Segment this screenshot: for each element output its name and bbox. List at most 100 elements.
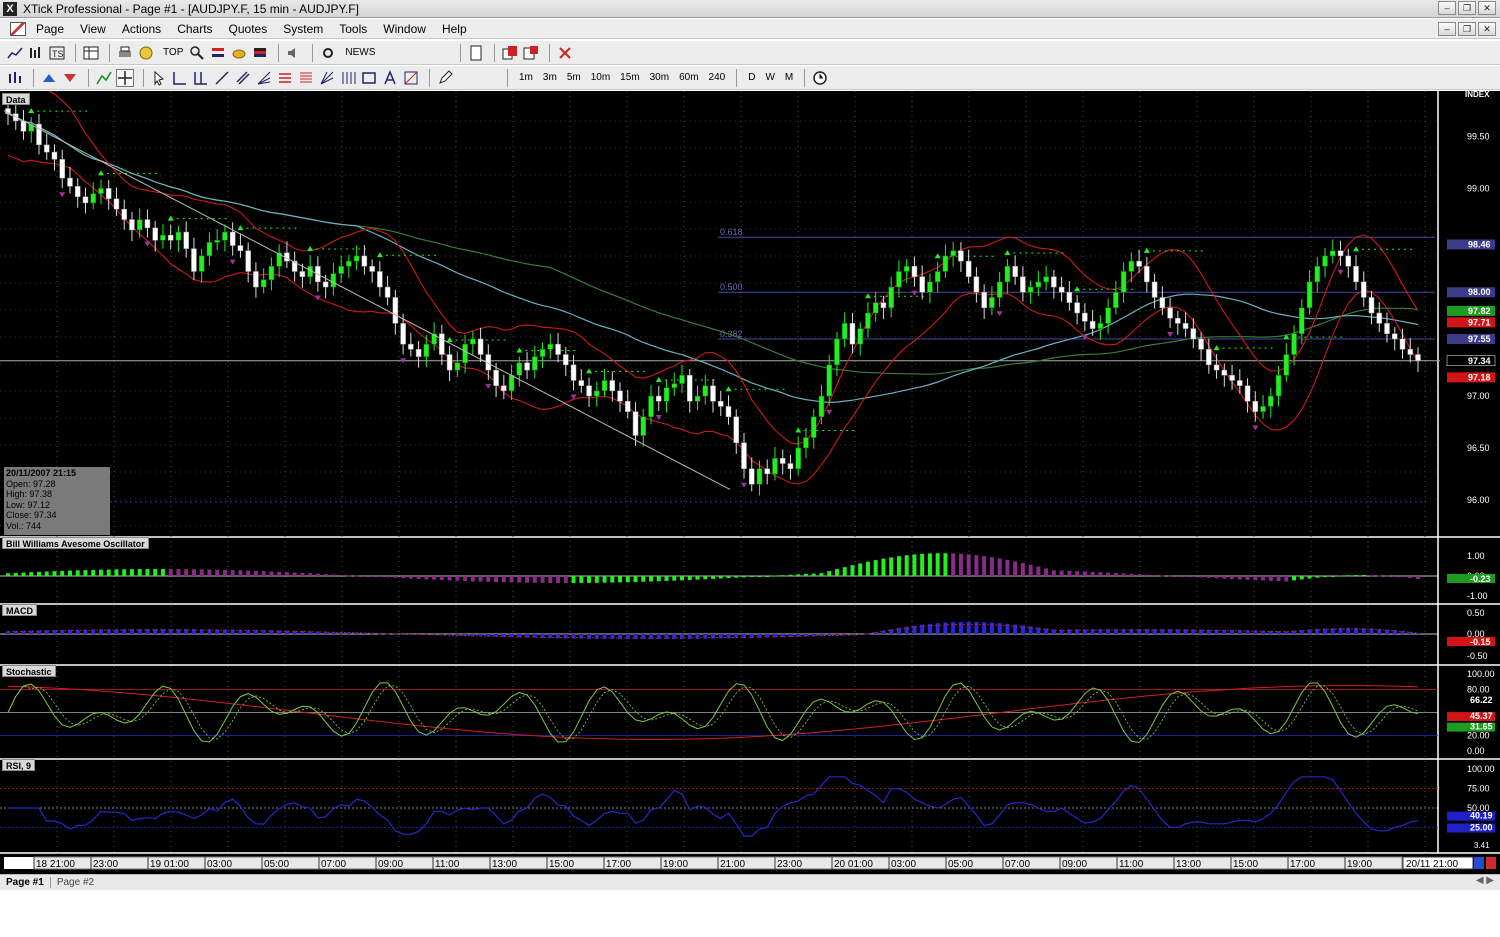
speaker-icon[interactable]: [285, 44, 303, 62]
channel-icon[interactable]: [234, 69, 252, 87]
period-m[interactable]: M: [785, 72, 793, 83]
ao-bar: [339, 574, 344, 576]
line-chart-icon[interactable]: [6, 44, 24, 62]
ao-bar: [757, 576, 762, 577]
price-axis-header: INDEX: [1465, 91, 1490, 99]
menu-quotes[interactable]: Quotes: [221, 22, 276, 36]
candle: [1074, 302, 1080, 314]
trend-line-icon[interactable]: [213, 69, 231, 87]
restore-window-icon[interactable]: ❐: [1458, 1, 1476, 15]
fibonacci-icon[interactable]: [276, 69, 294, 87]
ao-bar: [765, 576, 770, 577]
coins-icon[interactable]: [230, 44, 248, 62]
pointer-icon[interactable]: [150, 69, 168, 87]
indicator-icon[interactable]: [95, 69, 113, 87]
period-w[interactable]: W: [765, 72, 774, 83]
ao-bar: [1330, 576, 1335, 577]
horizontal-line-icon[interactable]: [171, 69, 189, 87]
timeframe-30m[interactable]: 30m: [650, 72, 669, 83]
close-chart-icon[interactable]: [556, 44, 574, 62]
chart-type-icon[interactable]: [6, 69, 24, 87]
mdi-minimize-icon[interactable]: –: [1438, 22, 1456, 36]
ao-bar: [912, 554, 917, 576]
bar-chart-icon[interactable]: [27, 44, 45, 62]
top-button[interactable]: TOP: [163, 47, 183, 58]
fractal-down-marker: [1167, 332, 1174, 338]
ao-bar: [114, 569, 119, 576]
close-window-icon[interactable]: ✕: [1478, 1, 1496, 15]
menu-tools[interactable]: Tools: [331, 22, 375, 36]
ao-bar: [1214, 576, 1219, 579]
tab-scroll-arrows-icon[interactable]: ◀ ▶: [1476, 875, 1494, 886]
menu-view[interactable]: View: [72, 22, 114, 36]
cycle-lines-icon[interactable]: [339, 69, 357, 87]
template-icon[interactable]: TS: [48, 44, 66, 62]
crosshair-icon[interactable]: [116, 68, 134, 87]
ao-bar: [780, 575, 785, 577]
pencil-icon[interactable]: [436, 69, 454, 87]
alerts-icon[interactable]: [209, 44, 227, 62]
timeframe-240[interactable]: 240: [709, 72, 726, 83]
ao-bar: [842, 567, 847, 576]
page-icon[interactable]: [10, 21, 26, 36]
settings-icon[interactable]: [319, 44, 337, 62]
text-tool-icon[interactable]: [381, 69, 399, 87]
rectangle-icon[interactable]: [360, 69, 378, 87]
period-d[interactable]: D: [748, 72, 755, 83]
table-icon[interactable]: [82, 44, 100, 62]
news-button[interactable]: NEWS: [345, 47, 375, 58]
timeframe-15m[interactable]: 15m: [620, 72, 639, 83]
zoom-in-icon[interactable]: [40, 69, 58, 87]
ao-bar: [958, 553, 963, 576]
scroll-left-icon: [1474, 857, 1484, 869]
candle: [400, 323, 406, 345]
menu-help[interactable]: Help: [434, 22, 475, 36]
vertical-line-icon[interactable]: [192, 69, 210, 87]
candle: [415, 349, 422, 357]
candle: [74, 186, 81, 197]
regression-icon[interactable]: [402, 69, 420, 87]
clock-icon[interactable]: [811, 69, 829, 87]
scroll-right-icon: [1486, 857, 1496, 869]
delete-chart-icon[interactable]: [522, 44, 540, 62]
ao-bar: [52, 571, 57, 576]
mdi-restore-icon[interactable]: ❐: [1458, 22, 1476, 36]
timeframe-3m[interactable]: 3m: [543, 72, 557, 83]
zoom-out-icon[interactable]: [61, 69, 79, 87]
minimize-window-icon[interactable]: –: [1438, 1, 1456, 15]
chart-area[interactable]: 0.618 0.500 0.382 INDEX 99.50 99.00 97.00 96.50…: [0, 91, 1500, 874]
time-axis-label: 11:00: [1119, 859, 1144, 870]
tab-page-1[interactable]: Page #1: [0, 877, 51, 888]
candle: [160, 234, 166, 241]
search-icon[interactable]: [188, 44, 206, 62]
candle: [462, 343, 468, 364]
timeframe-1m[interactable]: 1m: [519, 72, 533, 83]
timeframe-10m[interactable]: 10m: [591, 72, 610, 83]
menu-page[interactable]: Page: [28, 22, 72, 36]
menu-system[interactable]: System: [275, 22, 331, 36]
print-icon[interactable]: [116, 44, 134, 62]
menu-window[interactable]: Window: [375, 22, 434, 36]
ao-bar: [129, 569, 134, 576]
new-page-icon[interactable]: [467, 44, 485, 62]
timeframe-5m[interactable]: 5m: [567, 72, 581, 83]
quotes-icon[interactable]: [137, 44, 155, 62]
mdi-close-icon[interactable]: ✕: [1478, 22, 1496, 36]
menu-actions[interactable]: Actions: [114, 22, 169, 36]
tab-page-2[interactable]: Page #2: [51, 877, 100, 888]
flag-icon[interactable]: [251, 44, 269, 62]
fib-extension-icon[interactable]: [297, 69, 315, 87]
ao-bar: [44, 571, 49, 576]
candle: [191, 248, 197, 272]
ao-bar: [935, 553, 940, 576]
ao-bar: [1315, 576, 1320, 578]
menu-charts[interactable]: Charts: [169, 22, 220, 36]
fan-icon[interactable]: [255, 69, 273, 87]
timeframe-60m[interactable]: 60m: [679, 72, 698, 83]
copy-chart-icon[interactable]: [501, 44, 519, 62]
chart-canvas[interactable]: 0.6180.5000.382INDEX99.5099.0097.0096.50…: [0, 91, 1500, 874]
fractal-down-marker: [314, 295, 321, 301]
ao-bar: [1199, 576, 1204, 578]
gann-icon[interactable]: [318, 69, 336, 87]
info-low: Low: 97.12: [6, 499, 51, 510]
